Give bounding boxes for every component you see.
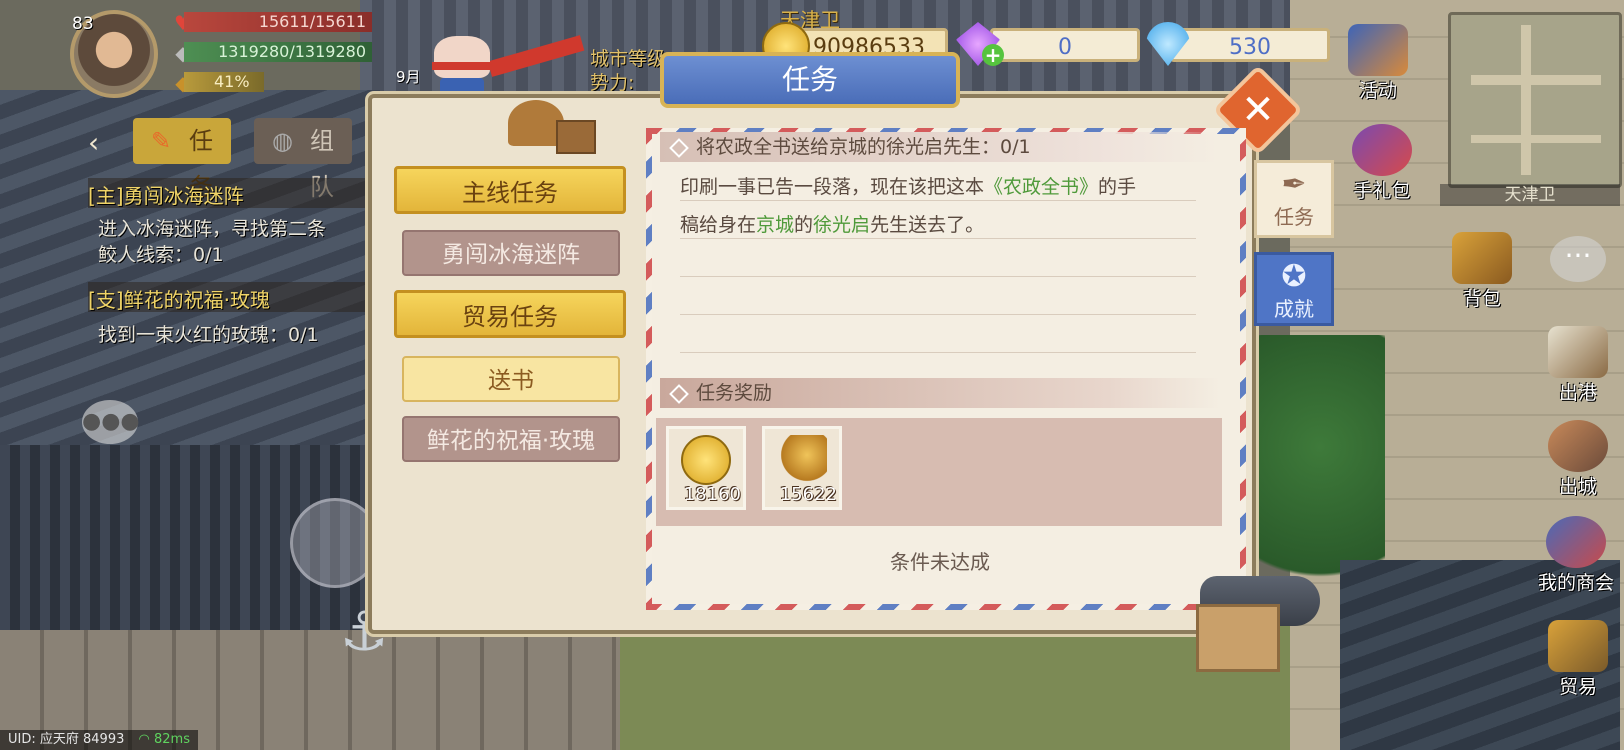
ruled-line: [680, 314, 1196, 315]
tracker-collapse-icon[interactable]: ‹: [88, 126, 99, 159]
minimap[interactable]: [1448, 12, 1622, 188]
reward-header-text: 任务奖励: [696, 382, 773, 404]
button-label: 活动: [1358, 80, 1397, 102]
button-label: 我的商会: [1537, 572, 1614, 594]
player-level: 83: [72, 14, 94, 34]
depart-port-button[interactable]: 出港: [1536, 326, 1620, 405]
globe-icon: ◍: [272, 127, 293, 155]
diamond-bullet-icon: [669, 138, 689, 158]
side-tab-quests[interactable]: ✒ 任务: [1254, 160, 1334, 238]
diamond-bullet-icon: [669, 384, 689, 404]
reward-quantity: 18160: [683, 484, 741, 505]
hp-bar: 15611/15611: [184, 12, 372, 32]
ruled-line: [680, 352, 1196, 353]
backpack-icon: [1452, 232, 1512, 284]
category-item-deliver-book[interactable]: 送书: [402, 356, 620, 402]
uid-label: UID: 应天府 84993: [8, 732, 125, 747]
desc-text: 印刷一事已告一段落，现在该把这本: [680, 176, 985, 198]
city-power-label: 势力:: [590, 72, 635, 94]
task-objective-header: 将农政全书送给京城的徐光启先生：0/1: [660, 132, 1220, 162]
tracker-quest-title[interactable]: [主]勇闯冰海迷阵: [88, 180, 244, 209]
tracker-tab-quests[interactable]: ✎ 任务: [133, 118, 231, 201]
gift-icon: [1352, 124, 1412, 176]
feather-icon: ✎: [151, 127, 172, 155]
camel-icon: [1548, 420, 1608, 472]
category-item-ice-maze[interactable]: 勇闯冰海迷阵: [402, 230, 620, 276]
wifi-icon: ◠: [138, 732, 150, 747]
trumpet-icon: [777, 435, 827, 485]
ruled-line: [680, 276, 1196, 277]
desc-highlight-book: 《农政全书》: [984, 176, 1099, 198]
guild-hall-icon: [1546, 516, 1606, 568]
button-label: 背包: [1462, 288, 1501, 310]
cargo-percent-bar: 41%: [184, 72, 264, 92]
more-options-button[interactable]: ···: [1550, 236, 1606, 282]
desc-text: 的手: [1098, 176, 1137, 198]
date-label: 9月: [396, 68, 421, 86]
leave-city-button[interactable]: 出城: [1536, 420, 1620, 499]
trade-button[interactable]: 贸易: [1536, 620, 1620, 699]
tracker-tab-team[interactable]: ◍ 组队: [254, 118, 352, 201]
gold-coin-icon: [681, 435, 731, 485]
virtual-joystick[interactable]: [290, 498, 380, 588]
side-tab-label: 任务: [1274, 205, 1314, 229]
side-tab-label: 成就: [1274, 297, 1314, 321]
desc-text: 的: [794, 214, 814, 236]
category-header-trade[interactable]: 贸易任务: [394, 290, 626, 338]
desc-highlight-person: 徐光启: [813, 214, 871, 236]
medal-icon: ✪: [1281, 259, 1307, 294]
backpack-button[interactable]: 背包: [1440, 232, 1524, 311]
ruled-line: [680, 200, 1196, 201]
button-label: 手礼包: [1353, 180, 1411, 202]
button-label: 贸易: [1558, 676, 1597, 698]
tracker-quest-progress: 鲛人线索：0/1: [98, 244, 224, 266]
task-description: 印刷一事已告一段落，现在该把这本《农政全书》的手 稿给身在京城的徐光启先生送去了…: [680, 168, 1200, 244]
button-label: 出港: [1558, 382, 1597, 404]
desc-text: 稿给身在: [680, 214, 757, 236]
chat-bubble-icon[interactable]: ●●●: [82, 400, 140, 444]
button-label: 出城: [1558, 476, 1597, 498]
crate-decoration: [556, 120, 596, 154]
my-guild-button[interactable]: 我的商会: [1534, 516, 1618, 595]
desc-text: 先生送去了。: [870, 214, 985, 236]
ship-icon: [1548, 326, 1608, 378]
category-header-main[interactable]: 主线任务: [394, 166, 626, 214]
events-icon: [1348, 24, 1408, 76]
tracker-quest-desc: 进入冰海迷阵，寻找第二条: [98, 218, 327, 240]
reward-item-gold[interactable]: 18160: [666, 426, 746, 510]
ruled-line: [680, 238, 1196, 239]
reward-item-trumpet[interactable]: 15622: [762, 426, 842, 510]
diamond-amount: 530: [1170, 28, 1330, 62]
gem-amount: 0: [990, 28, 1140, 62]
minimap-label: 天津卫: [1440, 184, 1620, 206]
ping-label: 82ms: [153, 732, 190, 747]
category-item-rose[interactable]: 鲜花的祝福·玫瑰: [402, 416, 620, 462]
reward-header: 任务奖励: [660, 378, 1220, 408]
scale-icon: [1548, 620, 1608, 672]
status-footer: UID: 应天府 84993 ◠ 82ms: [0, 730, 198, 750]
tracker-quest-desc: 找到一束火红的玫瑰：0/1: [98, 324, 319, 346]
desc-highlight-place: 京城: [756, 214, 795, 236]
completion-status: 条件未达成: [890, 550, 990, 574]
panel-title: 任务: [660, 52, 960, 108]
crate-decoration: [1196, 604, 1280, 672]
task-objective-text: 将农政全书送给京城的徐光启先生：0/1: [696, 136, 1031, 158]
events-button[interactable]: 活动: [1336, 24, 1420, 103]
gift-pack-button[interactable]: 手礼包: [1340, 124, 1424, 203]
quill-icon: ✒: [1281, 167, 1307, 202]
side-tab-achievements[interactable]: ✪ 成就: [1254, 252, 1334, 326]
stamina-bar: 1319280/1319280: [184, 42, 372, 62]
reward-quantity: 15622: [779, 484, 837, 505]
add-gems-button[interactable]: +: [982, 44, 1004, 66]
tracker-quest-title[interactable]: [支]鲜花的祝福·玫瑰: [88, 284, 270, 313]
